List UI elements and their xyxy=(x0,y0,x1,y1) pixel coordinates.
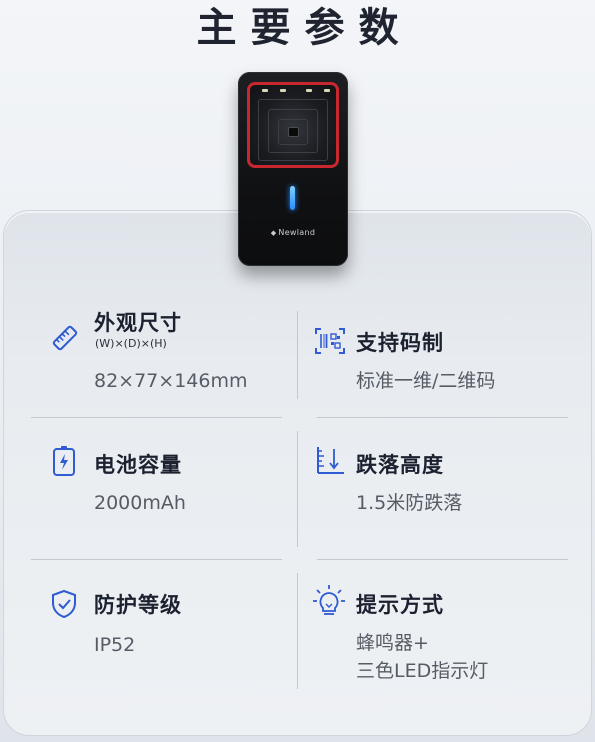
spec-value: 82×77×146mm xyxy=(94,370,248,392)
column-divider xyxy=(297,311,298,399)
illumination-led xyxy=(280,89,286,92)
brand-logo-text: Newland xyxy=(278,228,316,237)
spec-title: 跌落高度 xyxy=(356,453,444,477)
barcode-scan-icon xyxy=(314,327,346,355)
spec-value: IP52 xyxy=(94,634,136,656)
spec-title: 提示方式 xyxy=(356,593,444,617)
row-divider xyxy=(31,559,282,560)
spec-value: 标准一维/二维码 xyxy=(356,370,496,392)
page-title: 主要参数 xyxy=(196,5,413,51)
illumination-led xyxy=(324,89,330,92)
spec-title: 电池容量 xyxy=(94,453,182,477)
spec-value-line-2: 三色LED指示灯 xyxy=(356,660,489,682)
row-divider xyxy=(31,417,282,418)
drop-height-icon xyxy=(314,445,346,477)
scanner-product-image: ◆ Newland xyxy=(238,72,348,266)
spec-value-line-1: 蜂鸣器+ xyxy=(356,632,429,654)
lightbulb-icon xyxy=(312,584,346,618)
row-divider xyxy=(317,417,568,418)
brand-mark-icon: ◆ xyxy=(270,229,277,237)
illumination-led xyxy=(262,89,268,92)
column-divider xyxy=(297,431,298,547)
spec-value: 1.5米防跌落 xyxy=(356,492,463,514)
battery-icon xyxy=(52,445,76,477)
spec-title: 外观尺寸 xyxy=(94,311,182,335)
spec-subtitle: (W)×(D)×(H) xyxy=(95,337,167,350)
status-led xyxy=(290,186,295,210)
illumination-led xyxy=(306,89,312,92)
shield-check-icon xyxy=(50,589,78,619)
brand-logo: ◆ Newland xyxy=(238,228,348,237)
camera-lens xyxy=(288,127,299,137)
scan-window xyxy=(247,82,339,168)
spec-title: 支持码制 xyxy=(356,331,444,355)
ruler-icon xyxy=(50,323,80,353)
row-divider xyxy=(317,559,568,560)
spec-title: 防护等级 xyxy=(94,593,182,617)
spec-card: 外观尺寸 (W)×(D)×(H) 82×77×146mm 支持码制 标准一维/二… xyxy=(3,210,592,736)
spec-value: 2000mAh xyxy=(94,492,186,514)
column-divider xyxy=(297,573,298,689)
